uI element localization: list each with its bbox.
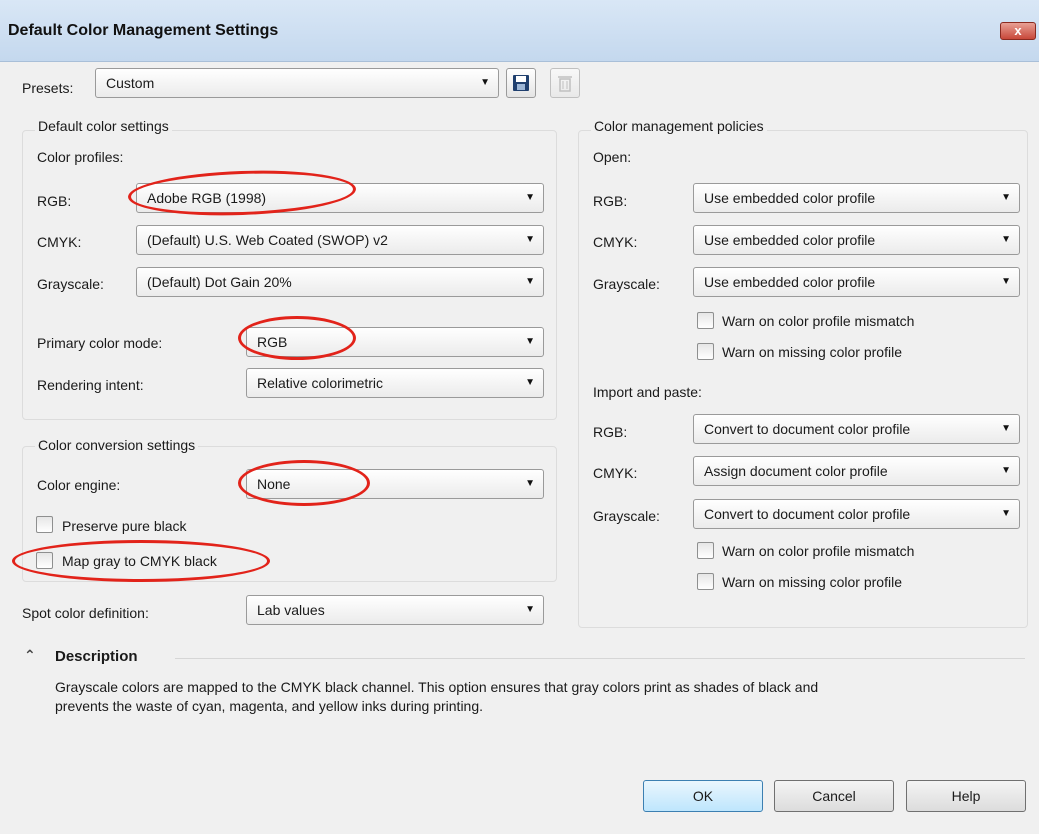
- presets-value: Custom: [106, 75, 155, 91]
- chevron-down-icon: ▼: [525, 336, 535, 347]
- delete-preset-button[interactable]: [550, 68, 580, 98]
- import-grayscale-label: Grayscale:: [593, 508, 660, 524]
- grayscale-profile-value: (Default) Dot Gain 20%: [147, 274, 292, 290]
- save-preset-button[interactable]: [506, 68, 536, 98]
- preserve-black-checkbox[interactable]: [36, 516, 53, 533]
- grayscale-profile-dropdown[interactable]: (Default) Dot Gain 20% ▼: [136, 267, 544, 297]
- close-icon: x: [1014, 23, 1022, 38]
- double-chevron-up-icon[interactable]: ⌃: [24, 647, 36, 664]
- color-conversion-title: Color conversion settings: [35, 437, 199, 453]
- open-cmyk-label: CMYK:: [593, 234, 638, 250]
- chevron-down-icon: ▼: [525, 604, 535, 615]
- open-warn-missing-label[interactable]: Warn on missing color profile: [722, 344, 902, 360]
- rendering-intent-value: Relative colorimetric: [257, 375, 384, 391]
- import-grayscale-value: Convert to document color profile: [704, 506, 911, 522]
- rendering-intent-label: Rendering intent:: [37, 377, 144, 393]
- chevron-down-icon: ▼: [480, 77, 490, 88]
- open-rgb-dropdown[interactable]: Use embedded color profile ▼: [693, 183, 1020, 213]
- annotation-ellipse-map-gray: [12, 540, 270, 582]
- open-label: Open:: [593, 149, 632, 165]
- import-paste-label: Import and paste:: [593, 384, 702, 400]
- import-warn-mismatch-checkbox[interactable]: [697, 542, 714, 559]
- cancel-button[interactable]: Cancel: [774, 780, 894, 812]
- import-cmyk-label: CMYK:: [593, 465, 638, 481]
- chevron-down-icon: ▼: [1001, 423, 1011, 434]
- spot-color-label: Spot color definition:: [22, 605, 149, 621]
- rgb-profile-label: RGB:: [37, 193, 72, 209]
- help-button[interactable]: Help: [906, 780, 1026, 812]
- import-cmyk-dropdown[interactable]: Assign document color profile ▼: [693, 456, 1020, 486]
- presets-dropdown[interactable]: Custom ▼: [95, 68, 499, 98]
- import-rgb-label: RGB:: [593, 424, 628, 440]
- default-color-settings-title: Default color settings: [35, 118, 172, 134]
- import-rgb-dropdown[interactable]: Convert to document color profile ▼: [693, 414, 1020, 444]
- chevron-down-icon: ▼: [525, 234, 535, 245]
- open-cmyk-dropdown[interactable]: Use embedded color profile ▼: [693, 225, 1020, 255]
- chevron-down-icon: ▼: [1001, 234, 1011, 245]
- description-title: Description: [55, 648, 138, 665]
- policies-title: Color management policies: [591, 118, 767, 134]
- open-grayscale-value: Use embedded color profile: [704, 274, 876, 290]
- chevron-down-icon: ▼: [525, 377, 535, 388]
- import-warn-missing-label[interactable]: Warn on missing color profile: [722, 574, 902, 590]
- cmyk-profile-dropdown[interactable]: (Default) U.S. Web Coated (SWOP) v2 ▼: [136, 225, 544, 255]
- dialog: Default Color Management Settings x Pres…: [0, 0, 1039, 834]
- chevron-down-icon: ▼: [1001, 192, 1011, 203]
- close-button[interactable]: x: [1000, 22, 1036, 40]
- description-line-2: prevents the waste of cyan, magenta, and…: [55, 698, 484, 714]
- chevron-down-icon: ▼: [1001, 276, 1011, 287]
- window-title: Default Color Management Settings: [8, 22, 279, 39]
- description-divider: [175, 658, 1025, 659]
- chevron-down-icon: ▼: [525, 478, 535, 489]
- color-engine-label: Color engine:: [37, 477, 121, 493]
- open-warn-missing-checkbox[interactable]: [697, 343, 714, 360]
- grayscale-profile-label: Grayscale:: [37, 276, 104, 292]
- open-grayscale-label: Grayscale:: [593, 276, 660, 292]
- color-profiles-label: Color profiles:: [37, 149, 124, 165]
- save-icon: [513, 75, 529, 91]
- chevron-down-icon: ▼: [525, 192, 535, 203]
- import-cmyk-value: Assign document color profile: [704, 463, 888, 479]
- annotation-ellipse-primary-mode: [238, 316, 356, 360]
- description-line-1: Grayscale colors are mapped to the CMYK …: [55, 679, 819, 695]
- open-warn-mismatch-label[interactable]: Warn on color profile mismatch: [722, 313, 914, 329]
- open-grayscale-dropdown[interactable]: Use embedded color profile ▼: [693, 267, 1020, 297]
- open-warn-mismatch-checkbox[interactable]: [697, 312, 714, 329]
- cmyk-profile-value: (Default) U.S. Web Coated (SWOP) v2: [147, 232, 388, 248]
- spot-color-dropdown[interactable]: Lab values ▼: [246, 595, 544, 625]
- open-rgb-label: RGB:: [593, 193, 628, 209]
- open-cmyk-value: Use embedded color profile: [704, 232, 876, 248]
- ok-button[interactable]: OK: [643, 780, 763, 812]
- trash-icon: [558, 76, 572, 92]
- rendering-intent-dropdown[interactable]: Relative colorimetric ▼: [246, 368, 544, 398]
- chevron-down-icon: ▼: [1001, 465, 1011, 476]
- presets-label: Presets:: [22, 80, 74, 96]
- spot-color-value: Lab values: [257, 602, 325, 618]
- title-bar[interactable]: Default Color Management Settings x: [0, 0, 1039, 62]
- import-grayscale-dropdown[interactable]: Convert to document color profile ▼: [693, 499, 1020, 529]
- import-rgb-value: Convert to document color profile: [704, 421, 911, 437]
- chevron-down-icon: ▼: [1001, 508, 1011, 519]
- cmyk-profile-label: CMYK:: [37, 234, 82, 250]
- preserve-black-label[interactable]: Preserve pure black: [62, 518, 187, 534]
- open-rgb-value: Use embedded color profile: [704, 190, 876, 206]
- import-warn-missing-checkbox[interactable]: [697, 573, 714, 590]
- chevron-down-icon: ▼: [525, 276, 535, 287]
- annotation-ellipse-color-engine: [238, 460, 370, 506]
- import-warn-mismatch-label[interactable]: Warn on color profile mismatch: [722, 543, 914, 559]
- primary-mode-label: Primary color mode:: [37, 335, 163, 351]
